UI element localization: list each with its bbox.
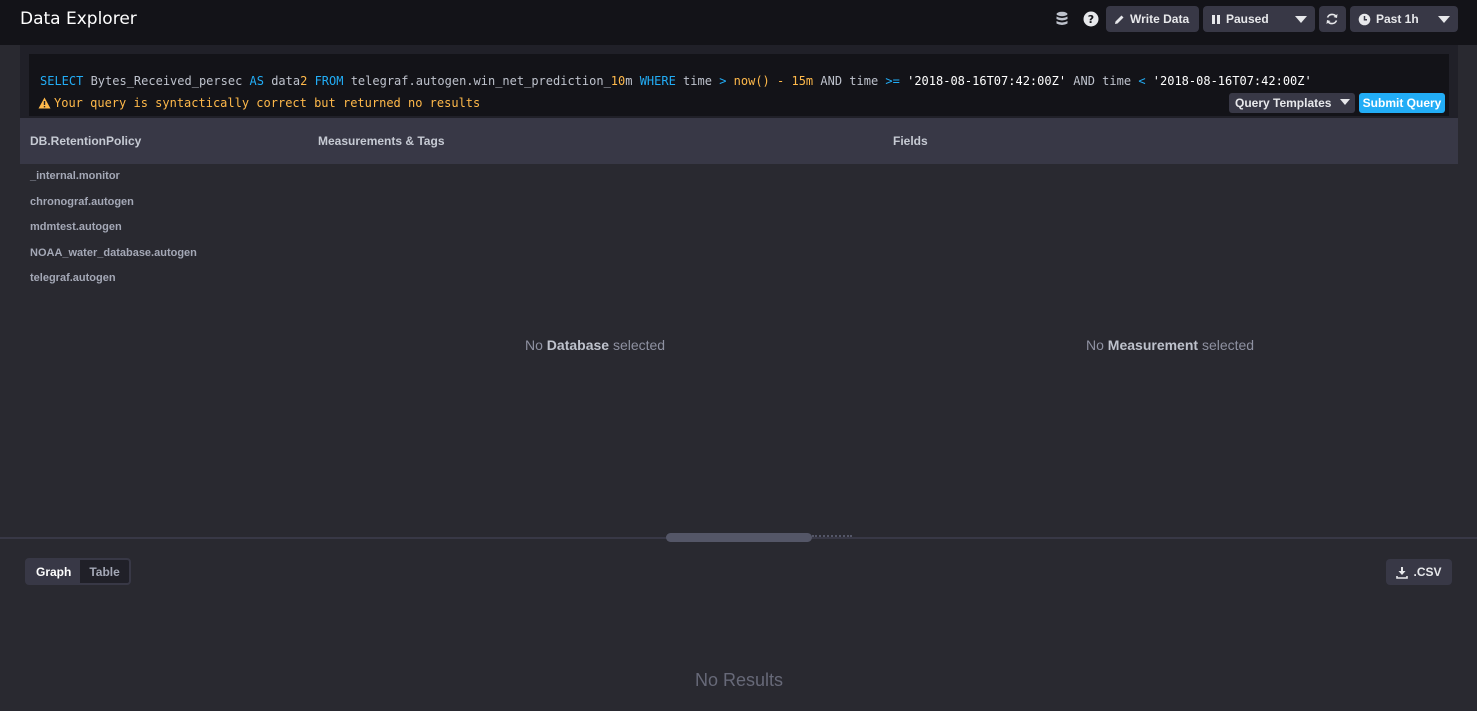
refresh-button[interactable]	[1319, 6, 1346, 32]
db-column-header: DB.RetentionPolicy	[20, 118, 308, 164]
svg-text:?: ?	[1088, 13, 1094, 26]
list-item[interactable]: NOAA_water_database.autogen	[30, 245, 197, 271]
pause-icon	[1212, 14, 1220, 24]
query-token: AS	[249, 74, 264, 88]
fields-column-header: Fields	[883, 118, 1458, 164]
help-icon[interactable]: ?	[1082, 10, 1100, 28]
list-item[interactable]: _internal.monitor	[30, 168, 197, 194]
measurements-column-header: Measurements & Tags	[308, 118, 883, 164]
database-list: _internal.monitor chronograf.autogen mdm…	[30, 168, 197, 296]
list-item[interactable]: telegraf.autogen	[30, 270, 197, 296]
query-token	[770, 74, 777, 88]
query-status: Your query is syntactically correct but …	[38, 96, 480, 110]
query-token: 15m	[791, 74, 814, 88]
write-data-button[interactable]: Write Data	[1106, 6, 1199, 32]
csv-label: .CSV	[1413, 565, 1442, 579]
warning-icon	[38, 97, 51, 109]
query-templates-dropdown[interactable]: Query Templates	[1229, 93, 1355, 113]
query-token: telegraf.autogen.win_net_prediction_	[343, 74, 611, 88]
query-token: time	[675, 74, 720, 88]
view-toggle: Graph Table	[25, 558, 131, 585]
query-token: 10	[610, 74, 626, 88]
query-token: Bytes_Received_persec	[83, 74, 250, 88]
time-range-label: Past 1h	[1376, 12, 1419, 26]
tab-table[interactable]: Table	[80, 560, 128, 583]
download-csv-button[interactable]: .CSV	[1386, 559, 1452, 585]
database-icon[interactable]	[1053, 10, 1071, 28]
pause-dropdown[interactable]: Paused	[1203, 6, 1315, 32]
query-token	[726, 74, 733, 88]
query-token: data	[263, 74, 301, 88]
query-status-text: Your query is syntactically correct but …	[54, 96, 481, 110]
query-token: m	[625, 74, 640, 88]
query-token	[1146, 74, 1153, 88]
query-templates-label: Query Templates	[1235, 96, 1332, 110]
submit-query-button[interactable]: Submit Query	[1359, 93, 1445, 113]
query-token: >=	[885, 74, 900, 88]
clock-icon	[1358, 13, 1371, 25]
no-results-message: No Results	[694, 670, 784, 690]
query-token: AND time	[1066, 74, 1139, 88]
no-measurement-message: No Measurement selected	[1086, 337, 1255, 353]
list-item[interactable]: chronograf.autogen	[30, 194, 197, 220]
time-range-dropdown[interactable]: Past 1h	[1350, 6, 1458, 32]
tab-graph[interactable]: Graph	[27, 560, 81, 583]
pencil-icon	[1115, 15, 1124, 24]
schema-explorer: DB.RetentionPolicy Measurements & Tags F…	[20, 118, 1458, 523]
resize-handle-dots	[812, 535, 852, 540]
page-header: Data Explorer ? Write Data Paused Past 1…	[0, 0, 1477, 45]
download-icon	[1396, 566, 1409, 579]
chevron-down-icon	[1340, 99, 1350, 105]
pause-label: Paused	[1226, 12, 1269, 26]
query-token: '2018-08-16T07:42:00Z'	[907, 74, 1067, 88]
chevron-down-icon	[1295, 16, 1307, 23]
resize-handle[interactable]	[666, 533, 812, 542]
query-panel: SELECT Bytes_Received_persec AS data2 FR…	[20, 45, 1458, 124]
query-token	[307, 74, 314, 88]
refresh-icon	[1326, 13, 1338, 25]
query-token: WHERE	[639, 74, 676, 88]
query-token: SELECT	[40, 74, 84, 88]
query-token: AND time	[813, 74, 886, 88]
query-text[interactable]: SELECT Bytes_Received_persec AS data2 FR…	[40, 74, 1312, 88]
no-database-message: No Database selected	[525, 337, 666, 353]
list-item[interactable]: mdmtest.autogen	[30, 219, 197, 245]
query-token: <	[1138, 74, 1146, 88]
results-panel: Graph Table .CSV No Results	[20, 553, 1458, 711]
chevron-down-icon	[1438, 16, 1450, 23]
page-title: Data Explorer	[20, 9, 137, 29]
query-token: '2018-08-16T07:42:00Z'	[1152, 74, 1312, 88]
write-data-label: Write Data	[1130, 12, 1190, 26]
query-token: FROM	[314, 74, 344, 88]
query-token: now()	[733, 74, 770, 88]
